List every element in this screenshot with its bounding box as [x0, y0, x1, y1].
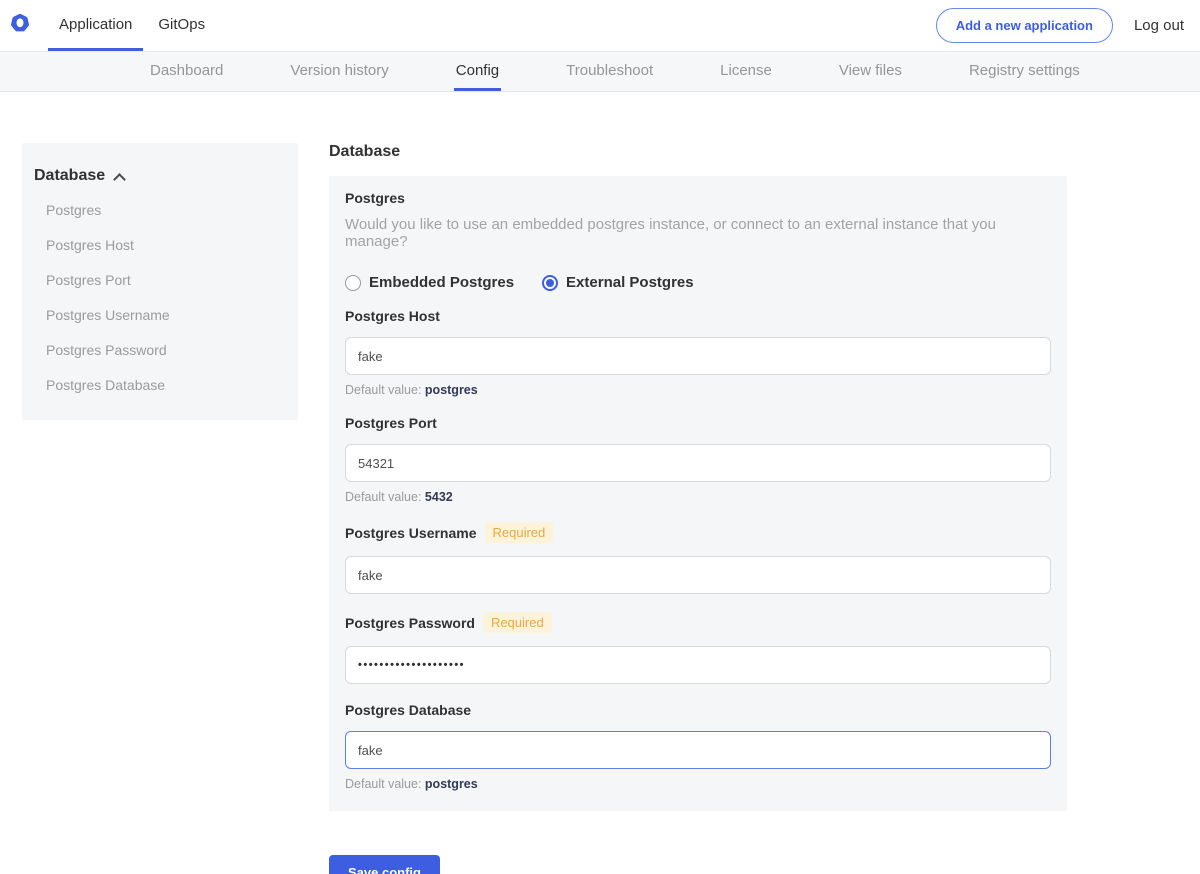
tab-application-label: Application: [59, 16, 132, 33]
postgres-host-default-helper: Default value: postgres: [345, 383, 1051, 397]
sidebar-item-postgres[interactable]: Postgres: [34, 202, 286, 219]
config-content: Database Postgres Postgres Host Postgres…: [0, 92, 1200, 874]
postgres-port-label: Postgres Port: [345, 415, 437, 431]
tab-application[interactable]: Application: [48, 0, 143, 51]
required-badge: Required: [483, 612, 552, 633]
main-tabs: Application GitOps: [48, 0, 220, 51]
sidebar-item-postgres-database[interactable]: Postgres Database: [34, 377, 286, 394]
postgres-group-label: Postgres: [345, 190, 1051, 206]
field-postgres-database: Postgres Database Default value: postgre…: [345, 702, 1051, 791]
sidebar-item-postgres-port[interactable]: Postgres Port: [34, 272, 286, 289]
tab-gitops-label: GitOps: [158, 16, 205, 33]
sidebar-group-database[interactable]: Database: [34, 167, 286, 185]
default-value-prefix: Default value:: [345, 383, 421, 397]
postgres-port-input[interactable]: [345, 444, 1051, 482]
top-nav: Application GitOps Add a new application…: [0, 0, 1200, 52]
required-badge: Required: [485, 522, 554, 543]
radio-external-postgres[interactable]: External Postgres: [542, 274, 694, 291]
radio-embedded-postgres-label: Embedded Postgres: [369, 274, 514, 291]
default-value: 5432: [425, 490, 453, 504]
config-sidebar: Database Postgres Postgres Host Postgres…: [22, 143, 298, 420]
field-postgres-password: Postgres Password Required: [345, 612, 1051, 684]
subnav-item-registry-settings[interactable]: Registry settings: [967, 52, 1082, 91]
field-postgres-host: Postgres Host Default value: postgres: [345, 308, 1051, 397]
default-value: postgres: [425, 777, 478, 791]
postgres-username-input[interactable]: [345, 556, 1051, 594]
field-label-row: Postgres Database: [345, 702, 1051, 718]
field-label-row: Postgres Username Required: [345, 522, 1051, 543]
sidebar-group-database-label: Database: [34, 167, 105, 185]
postgres-port-default-helper: Default value: 5432: [345, 490, 1051, 504]
radio-unselected-icon: [345, 275, 361, 291]
sidebar-item-postgres-username[interactable]: Postgres Username: [34, 307, 286, 324]
tab-gitops[interactable]: GitOps: [147, 0, 216, 51]
default-value: postgres: [425, 383, 478, 397]
postgres-username-label: Postgres Username: [345, 525, 477, 541]
chevron-up-icon: [113, 173, 126, 186]
default-value-prefix: Default value:: [345, 490, 421, 504]
subnav-item-troubleshoot[interactable]: Troubleshoot: [564, 52, 655, 91]
postgres-database-input[interactable]: [345, 731, 1051, 769]
postgres-group-description: Would you like to use an embedded postgr…: [345, 216, 1051, 250]
default-value-prefix: Default value:: [345, 777, 421, 791]
postgres-database-label: Postgres Database: [345, 702, 471, 718]
subnav-item-license[interactable]: License: [718, 52, 774, 91]
header-spacer: [220, 0, 936, 51]
page-title: Database: [329, 143, 1067, 161]
sidebar-item-postgres-password[interactable]: Postgres Password: [34, 342, 286, 359]
radio-external-postgres-label: External Postgres: [566, 274, 694, 291]
postgres-mode-radio-group: Embedded Postgres External Postgres: [345, 274, 1051, 291]
database-config-panel: Postgres Would you like to use an embedd…: [329, 176, 1067, 811]
field-label-row: Postgres Password Required: [345, 612, 1051, 633]
save-config-button[interactable]: Save config: [329, 855, 440, 874]
postgres-password-input[interactable]: [345, 646, 1051, 684]
radio-embedded-postgres[interactable]: Embedded Postgres: [345, 274, 514, 291]
subnav-item-view-files[interactable]: View files: [837, 52, 904, 91]
field-postgres-username: Postgres Username Required: [345, 522, 1051, 594]
subnav-item-config[interactable]: Config: [454, 52, 501, 91]
config-main: Database Postgres Would you like to use …: [329, 143, 1067, 874]
add-application-button[interactable]: Add a new application: [936, 8, 1113, 43]
field-postgres-port: Postgres Port Default value: 5432: [345, 415, 1051, 504]
app-logo[interactable]: [10, 0, 30, 51]
subnav-item-dashboard[interactable]: Dashboard: [148, 52, 225, 91]
radio-selected-icon: [542, 275, 558, 291]
replicated-logo-icon: [10, 13, 30, 38]
subnav-item-version-history[interactable]: Version history: [288, 52, 390, 91]
postgres-host-input[interactable]: [345, 337, 1051, 375]
logout-link[interactable]: Log out: [1134, 17, 1186, 34]
app-subnav: Dashboard Version history Config Trouble…: [0, 52, 1200, 92]
field-label-row: Postgres Port: [345, 415, 1051, 431]
postgres-database-default-helper: Default value: postgres: [345, 777, 1051, 791]
postgres-password-label: Postgres Password: [345, 615, 475, 631]
postgres-host-label: Postgres Host: [345, 308, 440, 324]
field-label-row: Postgres Host: [345, 308, 1051, 324]
sidebar-item-postgres-host[interactable]: Postgres Host: [34, 237, 286, 254]
